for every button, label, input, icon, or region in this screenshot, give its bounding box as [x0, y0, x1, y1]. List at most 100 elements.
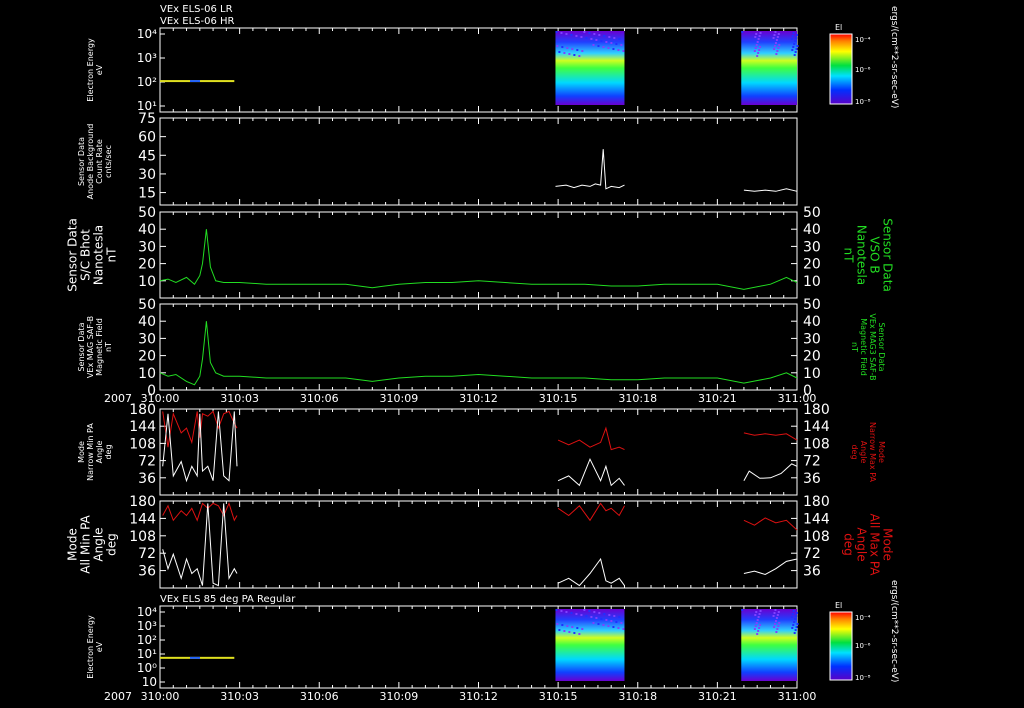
p2-ylabel-line: cnts/sec: [104, 145, 113, 178]
x-tick-label: 310:15: [539, 392, 578, 405]
p6-ytick-label-right: 36: [803, 564, 821, 580]
spectrogram-cell: [757, 52, 760, 54]
spectrogram-cell: [568, 631, 571, 633]
p3-ytick-label-right: 30: [803, 239, 821, 255]
spectrogram-cell: [773, 612, 776, 614]
spectrogram-cell: [794, 629, 797, 631]
spectrogram-cell: [759, 46, 762, 48]
spectrogram-cell: [605, 619, 608, 621]
x-axis-year: 2007: [104, 690, 132, 703]
spectrogram-cell: [794, 40, 797, 42]
spectrogram-cell: [593, 611, 596, 613]
spectrogram-cell: [576, 49, 579, 51]
p6-ylabel-right-line: Mode: [881, 528, 895, 561]
spectrogram-cell: [777, 625, 780, 627]
spectrogram-cell: [620, 622, 623, 624]
p1-frame: [159, 27, 798, 113]
spectrogram-cell: [585, 37, 588, 39]
spectrogram-cell: [792, 624, 795, 626]
p6-ylabel-right-line: deg: [842, 533, 856, 556]
spectrogram-cell: [622, 50, 625, 52]
p7-ylabel-line: Electron Energy: [86, 615, 95, 679]
p5-ytick-label: 144: [129, 419, 156, 435]
spectrogram-cell: [795, 37, 798, 39]
p4-ylabel-right-line: nT: [850, 342, 859, 352]
x-tick-label: 310:03: [220, 690, 259, 703]
spectrogram-cell: [575, 613, 578, 615]
p5-ylabel-line: Narrow Min PA: [86, 423, 95, 481]
p1-ylabel-line: eV: [95, 64, 104, 75]
p3-ytick-label: 30: [138, 239, 156, 255]
spectrogram-cell: [741, 609, 797, 681]
p4-ytick-label: 20: [138, 349, 156, 365]
p4-ytick-label-right: 10: [803, 366, 821, 382]
spectrogram-cell: [755, 622, 758, 624]
p3-ytick-label: 20: [138, 257, 156, 273]
colorbar2-tick-bottom: 10⁻⁸: [855, 674, 871, 682]
p3-ylabel-right-line: Nanotesla: [855, 225, 869, 285]
p6-ylabel-line: deg: [105, 533, 119, 556]
p2-ylabel: Sensor Data Anode Background Count Rate cnt…: [77, 124, 113, 200]
p6-ytick-label-right: 72: [803, 546, 821, 562]
spectrogram-cell: [796, 612, 799, 614]
p4-ylabel-right-line: VEx MAG3 SAF-B: [868, 313, 877, 380]
spectrogram-cell: [597, 623, 600, 625]
spectrogram-cell: [776, 628, 779, 630]
spectrogram-cell: [777, 33, 780, 35]
x-tick-label: 310:06: [300, 392, 339, 405]
spectrogram-cell: [575, 35, 578, 37]
spectrogram-cell: [756, 633, 759, 635]
p5-ylabel-right-line: Angle: [859, 441, 868, 464]
colorbar-gradient: [829, 33, 853, 105]
p6-ytick-label: 108: [129, 529, 156, 545]
spectrogram-cell: [607, 625, 610, 627]
x-tick-label: 310:00: [141, 690, 180, 703]
p3-frame: [159, 211, 798, 299]
spectrogram-cell: [773, 45, 776, 47]
spectrogram-cell: [615, 43, 618, 45]
spectrogram-cell: [590, 616, 593, 618]
spectrogram-cell: [792, 32, 795, 34]
spectrogram-cell: [756, 55, 759, 57]
spectrogram-cell: [602, 624, 605, 626]
spectrogram-cell: [758, 627, 761, 629]
spectrogram-cell: [595, 39, 598, 41]
p5-ylabel-right-line: Narrow Max PA: [868, 422, 877, 483]
spectrogram-cell: [605, 41, 608, 43]
p3-ylabel-line: nT: [105, 247, 119, 263]
spectrogram-cell: [793, 43, 796, 45]
spectrogram-cell: [613, 37, 616, 39]
spectrogram-cell: [773, 34, 776, 36]
spectrogram-cell: [608, 36, 611, 38]
spectrogram-cell: [778, 622, 781, 624]
spectrogram-cell: [775, 631, 778, 633]
p5-series-line-3: [557, 457, 625, 487]
spectrogram-cell: [793, 621, 796, 623]
p4-ytick-label: 30: [138, 331, 156, 347]
spectrogram-cell: [790, 38, 793, 40]
spectrogram-cell: [563, 630, 566, 632]
spectrogram-cell: [757, 616, 760, 618]
p7-ylabel: Electron Energy eV: [86, 615, 104, 679]
p3-ylabel-right-line: VSO B: [868, 236, 882, 273]
spectrogram-cell: [568, 53, 571, 55]
p1-ylabel-line: Electron Energy: [86, 38, 95, 102]
p7-title: VEx ELS 85 deg PA Regular: [160, 594, 296, 605]
spectrogram-cell: [755, 33, 758, 35]
p6-ytick-label: 72: [138, 546, 156, 562]
p1-ytick-label: 10³: [137, 51, 157, 65]
spectrogram-cell: [561, 46, 564, 48]
spectrogram-cell: [754, 47, 757, 49]
spectrogram-cell: [588, 32, 591, 34]
spectrogram-cell: [741, 609, 744, 611]
spectrogram-cell: [795, 48, 798, 50]
spectrogram-cell: [775, 53, 778, 55]
p6-ylabel: Mode All Min PA Angle deg: [66, 514, 119, 573]
spectrogram-cell: [608, 614, 611, 616]
spectrogram-cell: [610, 42, 613, 44]
p7-ytick-label: 10³: [137, 619, 157, 633]
spectrogram-cell: [576, 627, 579, 629]
p6-series-line-4: [743, 517, 798, 531]
p4-series-line-0: [159, 321, 798, 386]
spectrogram-cell: [796, 34, 799, 36]
